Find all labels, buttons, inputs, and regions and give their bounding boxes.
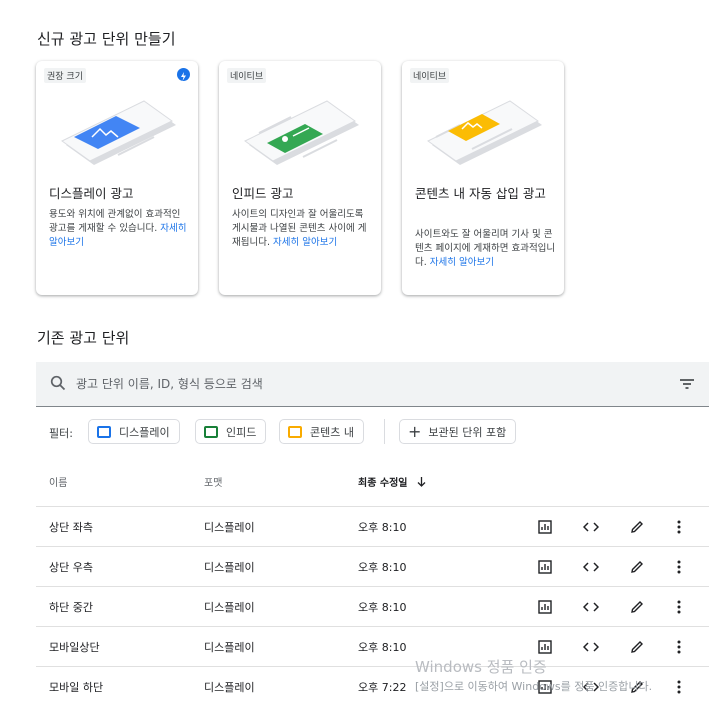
more-vert-icon[interactable]	[670, 678, 688, 696]
filter-divider	[384, 419, 385, 444]
display-ad-card[interactable]: 권장 크기 디스플레이 광고 용도와 위치에 관계없이 효과적인 광고를 게재할…	[36, 61, 198, 295]
ad-unit-modified: 오후 8:10	[358, 641, 407, 654]
filter-list-icon[interactable]	[679, 376, 695, 395]
code-icon[interactable]	[582, 598, 600, 616]
ad-unit-format: 디스플레이	[204, 561, 255, 574]
arrow-down-icon	[417, 476, 426, 490]
search-bar[interactable]: 광고 단위 이름, ID, 형식 등으로 검색	[36, 362, 709, 407]
code-icon[interactable]	[582, 518, 600, 536]
edit-icon[interactable]	[628, 638, 646, 656]
more-vert-icon[interactable]	[670, 518, 688, 536]
ad-unit-modified: 오후 8:10	[358, 521, 407, 534]
ad-unit-name: 하단 중간	[49, 601, 93, 614]
table-row[interactable]: 모바일상단 디스플레이 오후 8:10	[36, 626, 709, 667]
report-icon[interactable]	[536, 598, 554, 616]
bolt-icon	[177, 68, 190, 81]
chip-label: 콘텐츠 내	[310, 425, 354, 439]
in-feed-ad-illustration	[244, 100, 359, 165]
ad-unit-name: 상단 좌측	[49, 521, 93, 534]
edit-icon[interactable]	[628, 598, 646, 616]
add-icon: +	[408, 421, 422, 441]
ad-unit-format: 디스플레이	[204, 681, 255, 694]
card-description: 사이트와도 잘 어울리며 기사 및 콘텐츠 페이지에 게재하면 효과적입니다. …	[415, 229, 556, 268]
in-article-ad-card[interactable]: 네이티브 콘텐츠 내 자동 삽입 광고 사이트와도 잘 어울리며 기사 및 콘텐…	[402, 61, 564, 295]
ad-unit-modified: 오후 8:10	[358, 561, 407, 574]
filter-chip-in-article[interactable]: 콘텐츠 내	[279, 419, 364, 444]
native-badge: 네이티브	[410, 68, 450, 83]
ad-unit-name: 상단 우측	[49, 561, 93, 574]
chip-label: 디스플레이	[119, 425, 170, 439]
card-title: 콘텐츠 내 자동 삽입 광고	[415, 186, 546, 201]
chip-label: 인피드	[226, 425, 257, 439]
report-icon[interactable]	[536, 638, 554, 656]
ad-unit-format: 디스플레이	[204, 601, 255, 614]
table-row[interactable]: 하단 중간 디스플레이 오후 8:10	[36, 586, 709, 627]
table-row[interactable]: 상단 좌측 디스플레이 오후 8:10	[36, 506, 709, 547]
include-archived-chip[interactable]: + 보관된 단위 포함	[399, 419, 517, 444]
report-icon[interactable]	[536, 558, 554, 576]
edit-icon[interactable]	[628, 518, 646, 536]
search-input[interactable]: 광고 단위 이름, ID, 형식 등으로 검색	[76, 375, 263, 392]
ad-unit-name: 모바일 하단	[49, 681, 104, 694]
new-ad-unit-heading: 신규 광고 단위 만들기	[37, 30, 176, 48]
windows-activation-watermark: Windows 정품 인증	[415, 658, 547, 676]
card-title: 디스플레이 광고	[49, 186, 134, 201]
existing-ad-units-heading: 기존 광고 단위	[37, 329, 130, 347]
in-article-format-icon	[288, 425, 302, 438]
windows-activation-subtext: [설정]으로 이동하여 Windows를 정품 인증합니다.	[415, 680, 653, 693]
learn-more-link[interactable]: 자세히 알아보기	[273, 237, 337, 248]
display-ad-illustration	[61, 100, 176, 165]
ad-unit-modified: 오후 8:10	[358, 601, 407, 614]
code-icon[interactable]	[582, 638, 600, 656]
infeed-format-icon	[204, 425, 218, 438]
column-header-modified[interactable]: 최종 수정일	[358, 474, 426, 490]
table-row[interactable]: 상단 우측 디스플레이 오후 8:10	[36, 546, 709, 587]
in-feed-ad-card[interactable]: 네이티브 인피드 광고 사이트의 디자인과 잘 어울리도록 게시물과 나열된 콘…	[219, 61, 381, 295]
report-icon[interactable]	[536, 518, 554, 536]
native-badge: 네이티브	[227, 68, 267, 83]
card-description: 용도와 위치에 관계없이 효과적인 광고를 게재할 수 있습니다. 자세히 알아…	[49, 209, 187, 248]
filter-chip-infeed[interactable]: 인피드	[195, 419, 267, 444]
more-vert-icon[interactable]	[670, 558, 688, 576]
filter-chip-display[interactable]: 디스플레이	[88, 419, 180, 444]
ad-unit-modified: 오후 7:22	[358, 681, 407, 694]
edit-icon[interactable]	[628, 558, 646, 576]
recommended-badge: 권장 크기	[44, 68, 86, 83]
column-header-format[interactable]: 포맷	[204, 474, 222, 489]
more-vert-icon[interactable]	[670, 638, 688, 656]
chip-label: 보관된 단위 포함	[428, 425, 507, 439]
filter-label: 필터:	[49, 427, 73, 440]
learn-more-link[interactable]: 자세히 알아보기	[430, 257, 494, 268]
card-description: 사이트의 디자인과 잘 어울리도록 게시물과 나열된 콘텐츠 사이에 게재됩니다…	[232, 209, 367, 248]
display-format-icon	[97, 425, 111, 438]
column-header-name[interactable]: 이름	[49, 474, 67, 489]
ad-unit-name: 모바일상단	[49, 641, 100, 654]
ad-unit-format: 디스플레이	[204, 641, 255, 654]
search-icon	[50, 375, 66, 395]
more-vert-icon[interactable]	[670, 598, 688, 616]
ad-unit-format: 디스플레이	[204, 521, 255, 534]
card-title: 인피드 광고	[232, 186, 294, 201]
in-article-ad-illustration	[427, 100, 542, 165]
code-icon[interactable]	[582, 558, 600, 576]
